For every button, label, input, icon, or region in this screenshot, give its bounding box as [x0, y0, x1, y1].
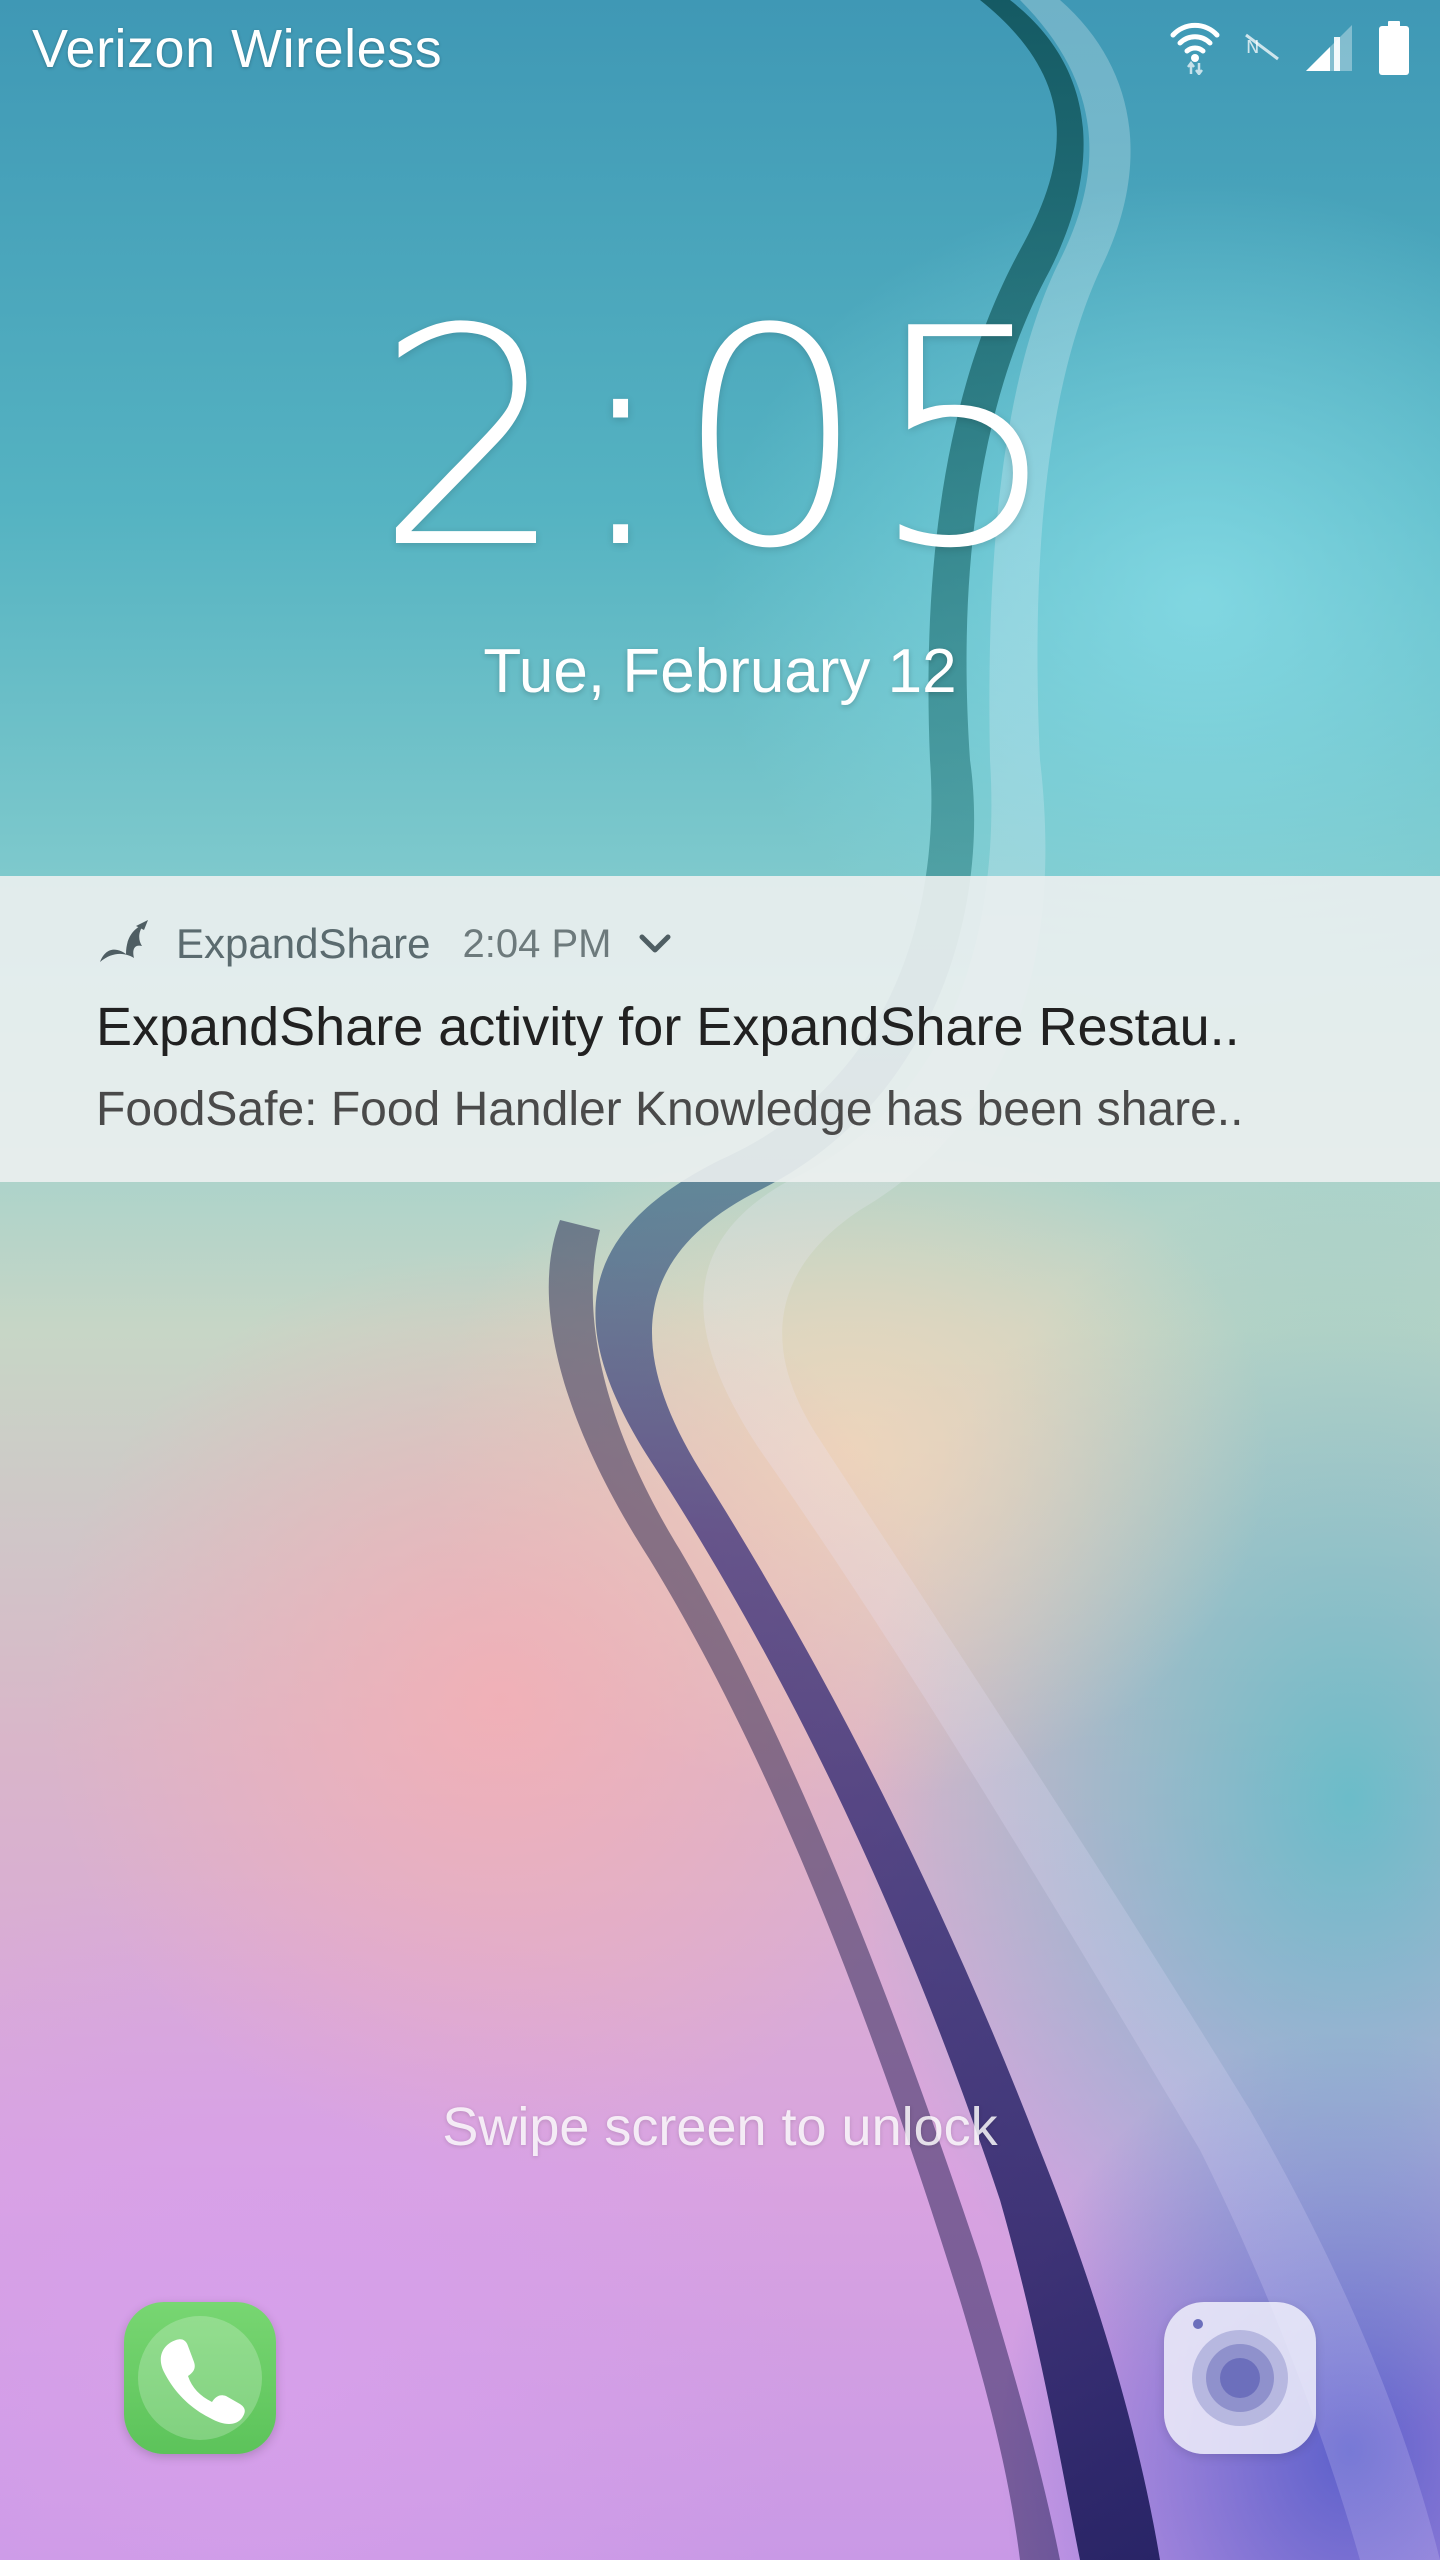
notification-title: ExpandShare activity for ExpandShare Res…: [96, 997, 1240, 1057]
camera-shortcut-button[interactable]: [1164, 2302, 1316, 2454]
notification-time: 2:04 PM: [462, 921, 612, 966]
notification-header: ExpandShare 2:04 PM: [96, 914, 672, 974]
notification-app-name: ExpandShare: [176, 920, 431, 967]
status-bar[interactable]: Verizon Wireless N: [0, 0, 1440, 100]
lock-screen-clock: 2:05: [375, 265, 1065, 614]
cellular-signal-icon: [1306, 25, 1352, 71]
phone-icon: [160, 2339, 245, 2424]
phone-shortcut-button[interactable]: [124, 2302, 276, 2454]
expandshare-app-icon: [100, 920, 148, 962]
lock-screen-date: Tue, February 12: [483, 637, 957, 706]
notification-card[interactable]: ExpandShare 2:04 PM ExpandShare activity…: [0, 876, 1440, 1182]
status-icons: N: [1146, 20, 1410, 76]
camera-icon: [1192, 2319, 1288, 2426]
lock-screen[interactable]: Verizon Wireless N 2:05 Tue, February 12…: [0, 0, 1440, 2560]
notification-text: FoodSafe: Food Handler Knowledge has bee…: [96, 1083, 1244, 1136]
battery-icon: [1379, 21, 1409, 75]
carrier-name: Verizon Wireless: [32, 19, 443, 79]
unlock-hint: Swipe screen to unlock: [442, 2097, 998, 2157]
chevron-down-icon[interactable]: [638, 933, 672, 955]
nfc-off-icon: N: [1245, 33, 1279, 61]
wifi-icon: [1170, 22, 1220, 75]
